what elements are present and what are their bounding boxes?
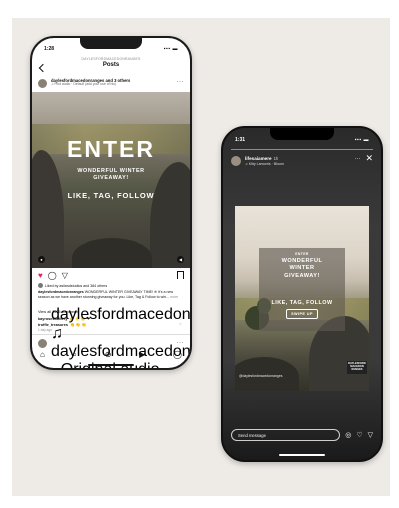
overlay-subtitle: WONDERFUL WINTER GIVEAWAY! [259, 258, 345, 280]
giveaway-overlay: ENTER WONDERFUL WINTER GIVEAWAY! LIKE, T… [259, 248, 345, 331]
home-icon[interactable]: ⌂ [40, 351, 45, 359]
signal-battery-icon: ▪▪▪ ▬ [163, 46, 178, 52]
image-headline: ENTER [67, 136, 155, 162]
post-audio[interactable]: ♫ Find audio · Default (add your use of … [51, 83, 130, 87]
heart-icon[interactable]: ♥ [38, 272, 43, 280]
overlay-subtitle-line: WONDERFUL [281, 258, 323, 264]
phone-story: 1:31 ▪▪▪ ▬ lifesaiamere 1h ♫ Kitty Lamorr… [221, 126, 383, 462]
user-tag-icon[interactable]: ● [38, 256, 45, 263]
bookmark-icon[interactable] [177, 271, 184, 279]
story-username[interactable]: lifesaiamere 1h [245, 156, 284, 162]
story-header: lifesaiamere 1h ♫ Kitty Lamorris · Bloom … [231, 154, 373, 168]
brand-sticker[interactable]: DAYLESFORD MACEDON RANGES [347, 361, 367, 374]
caption-more-link[interactable]: more [170, 295, 178, 299]
more-options-icon[interactable]: ··· [354, 156, 360, 162]
avatar[interactable] [38, 78, 47, 88]
bottom-tab-bar: ⌂ ⌕ ⊕ ▶ ◯ [40, 348, 182, 362]
story-time: 1h [273, 156, 279, 162]
story-username-text: lifesaiamere [245, 156, 272, 162]
overlay-top-text: ENTER [295, 252, 309, 256]
profile-icon[interactable]: ◯ [173, 351, 182, 359]
rock-shape [72, 238, 152, 268]
mute-icon[interactable]: ◀ [177, 256, 184, 263]
share-icon[interactable]: ▽ [368, 432, 373, 439]
heart-icon[interactable]: ♡ [356, 432, 362, 439]
liked-by[interactable]: Liked by asilandstudios and 384 others [38, 283, 184, 288]
story-progress-bar [231, 149, 373, 150]
more-options-icon[interactable]: ··· [177, 79, 185, 85]
signal-battery-icon: ▪▪▪ ▬ [354, 137, 369, 143]
search-icon[interactable]: ⌕ [73, 351, 77, 359]
post-header: daylesfordmacedonranges and 3 others ♫ F… [38, 76, 184, 90]
liked-by-text: Liked by asilandstudios and 384 others [45, 283, 108, 288]
phone-feed-post: 1:28 ▪▪▪ ▬ DAYLESFORDMACEDONRANGES Posts… [30, 36, 192, 370]
share-icon[interactable]: ▽ [62, 272, 68, 280]
page-title: Posts [102, 62, 120, 68]
avatar[interactable] [38, 338, 47, 348]
image-subtitle: WONDERFUL WINTER GIVEAWAY! [32, 168, 190, 183]
overlay-cta: LIKE, TAG, FOLLOW [271, 299, 333, 306]
post-caption: daylesfordmacedonranges WONDERFUL WINTER… [38, 290, 182, 300]
post-image[interactable]: ENTER WONDERFUL WINTER GIVEAWAY! LIKE, T… [32, 92, 190, 268]
caption-username[interactable]: daylesfordmacedonranges [38, 290, 84, 294]
avatar [38, 283, 43, 288]
post-actions: ♥ ◯ ▽ [38, 270, 184, 282]
posts-header: DAYLESFORDMACEDONRANGES Posts [32, 57, 190, 68]
post-timestamp: 1 day ago [38, 328, 53, 332]
image-subtitle-line: WONDERFUL WINTER [77, 168, 145, 174]
home-indicator [88, 364, 134, 366]
more-options-icon[interactable]: ··· [177, 340, 185, 346]
avatar[interactable] [231, 156, 241, 166]
camera-icon[interactable]: ◎ [345, 432, 351, 439]
image-subtitle-line: GIVEAWAY! [93, 175, 129, 182]
status-bar: 1:28 ▪▪▪ ▬ [44, 46, 178, 52]
status-time: 1:28 [44, 46, 55, 52]
photo-credit[interactable]: @daylesfordmacedonranges [239, 374, 282, 378]
header-username: DAYLESFORDMACEDONRANGES [81, 57, 141, 61]
overlay-subtitle-line: GIVEAWAY! [284, 272, 320, 279]
swipe-up-button[interactable]: SWIPE UP [286, 308, 318, 319]
close-icon[interactable]: ✕ [365, 154, 373, 163]
create-icon[interactable]: ⊕ [105, 351, 112, 359]
post-username[interactable]: daylesfordmacedonranges [51, 306, 190, 324]
send-message-input[interactable]: Send message [231, 429, 341, 441]
image-cta: LIKE, TAG, FOLLOW [67, 191, 155, 200]
reels-icon[interactable]: ▶ [139, 351, 145, 359]
story-audio[interactable]: ♫ Kitty Lamorris · Bloom [245, 162, 284, 166]
status-time: 1:31 [235, 137, 246, 143]
home-indicator [279, 454, 325, 456]
story-reply-bar: Send message ◎ ♡ ▽ [231, 428, 373, 442]
comment-icon[interactable]: ◯ [48, 272, 57, 280]
overlay-subtitle-line: WINTER [289, 265, 315, 272]
status-bar: 1:31 ▪▪▪ ▬ [235, 137, 369, 143]
